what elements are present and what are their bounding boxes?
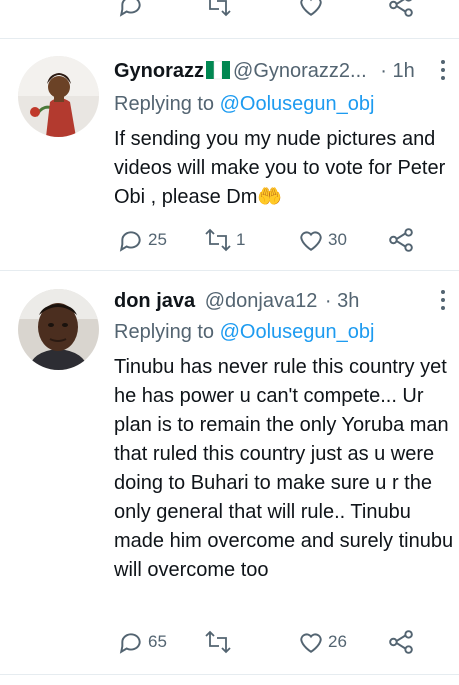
retweet-button[interactable]: 1 [204,225,245,255]
mention-link[interactable]: @Oolusegun_obj [220,321,375,343]
previous-tweet-actions [0,0,459,30]
like-button[interactable]: 26 [298,627,347,657]
reply-button[interactable]: 25 [118,225,167,255]
tweet[interactable]: Gynorazz @Gynorazz2... · 1h Replying to @… [0,39,459,270]
retweet-icon[interactable] [204,0,232,18]
tweet-actions: 65 26 [114,627,454,657]
reply-count: 25 [148,230,167,249]
heart-icon [300,633,322,653]
retweet-icon [205,630,231,654]
tweet-header: Gynorazz @Gynorazz2... · 1h [114,59,415,86]
replying-to: Replying to @Oolusegun_obj [114,92,374,116]
reply-count: 65 [148,632,167,651]
tweet-text: Tinubu has never rule this country yet h… [114,356,454,581]
more-vertical-icon[interactable] [435,59,451,81]
divider [0,674,459,675]
share-button[interactable] [388,627,414,657]
nigeria-flag-icon [205,60,231,86]
tweet-text: If sending you my nude pictures and vide… [114,128,446,208]
retweet-button[interactable] [204,627,236,657]
share-icon[interactable] [388,0,414,18]
timestamp[interactable]: 3h [337,290,359,312]
separator-dot: · [324,290,332,312]
more-vertical-icon[interactable] [435,289,451,311]
replying-to-label: Replying to [114,321,220,343]
like-count: 26 [328,632,347,651]
replying-to-label: Replying to [114,93,220,115]
tweet[interactable]: don java @donjava12 · 3h Replying to @Oo… [0,271,459,676]
heart-icon [300,231,322,251]
share-button[interactable] [388,225,414,255]
timestamp[interactable]: 1h [393,60,415,82]
like-button[interactable]: 30 [298,225,347,255]
retweet-icon [205,228,231,252]
avatar[interactable] [18,56,99,137]
separator-dot: · [380,60,387,82]
like-count: 30 [328,230,347,249]
reply-icon [119,633,141,654]
user-handle[interactable]: @donjava12 [205,290,318,312]
reply-icon[interactable] [118,0,144,18]
user-handle[interactable]: @Gynorazz2... [233,60,367,82]
replying-to: Replying to @Oolusegun_obj [114,320,374,344]
mention-link[interactable]: @Oolusegun_obj [220,93,375,115]
heart-icon[interactable] [298,0,324,18]
display-name[interactable]: don java [114,290,195,312]
avatar[interactable] [18,289,99,370]
tweet-actions: 25 1 30 [114,225,454,255]
reply-icon [119,231,141,252]
share-icon [389,228,413,252]
retweet-count: 1 [236,230,246,249]
display-name[interactable]: Gynorazz [114,60,204,82]
share-icon [389,630,413,654]
tweet-header: don java @donjava12 · 3h [114,289,359,313]
reply-button[interactable]: 65 [118,627,167,657]
